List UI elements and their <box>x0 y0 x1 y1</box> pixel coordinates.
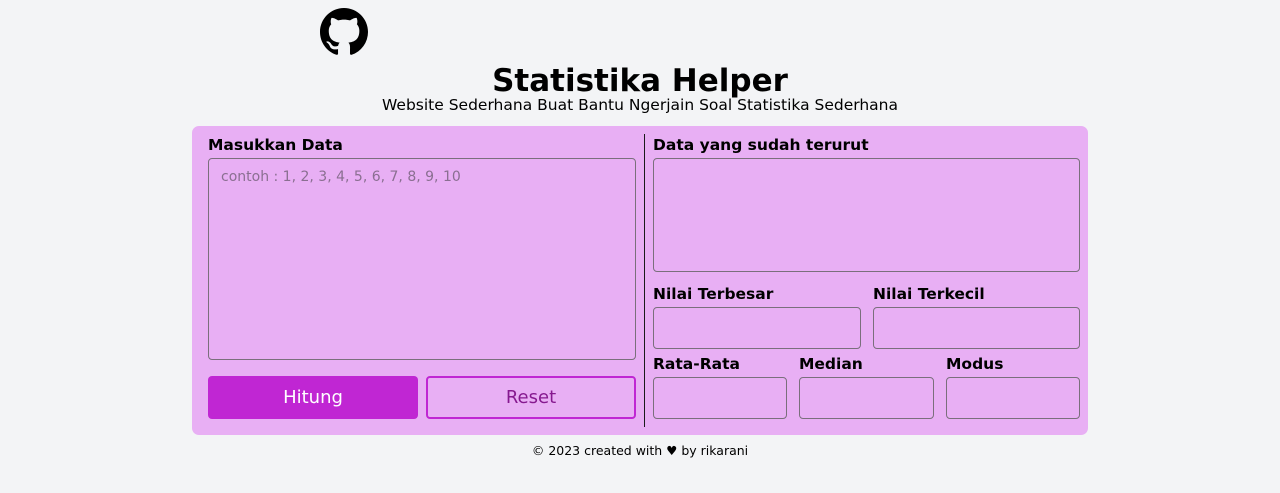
mean-label: Rata-Rata <box>653 355 740 373</box>
reset-button[interactable]: Reset <box>426 376 636 419</box>
mode-field[interactable] <box>946 377 1080 419</box>
calculator-panel: Masukkan Data Hitung Reset Data yang sud… <box>192 126 1088 435</box>
calculate-button[interactable]: Hitung <box>208 376 418 419</box>
max-value-field[interactable] <box>653 307 861 349</box>
page-subtitle: Website Sederhana Buat Bantu Ngerjain So… <box>381 96 899 114</box>
mode-label: Modus <box>946 355 1004 373</box>
github-link[interactable] <box>320 8 368 56</box>
input-data-label: Masukkan Data <box>208 136 343 154</box>
min-value-label: Nilai Terkecil <box>873 285 985 303</box>
sorted-data-output[interactable] <box>653 158 1080 272</box>
mean-field[interactable] <box>653 377 787 419</box>
footer-credit: © 2023 created with ♥ by rikarani <box>531 443 749 458</box>
sorted-data-label: Data yang sudah terurut <box>653 136 869 154</box>
github-icon <box>320 8 368 56</box>
max-value-label: Nilai Terbesar <box>653 285 774 303</box>
data-input[interactable] <box>208 158 636 360</box>
median-label: Median <box>799 355 863 373</box>
column-divider <box>644 134 645 427</box>
min-value-field[interactable] <box>873 307 1080 349</box>
median-field[interactable] <box>799 377 934 419</box>
